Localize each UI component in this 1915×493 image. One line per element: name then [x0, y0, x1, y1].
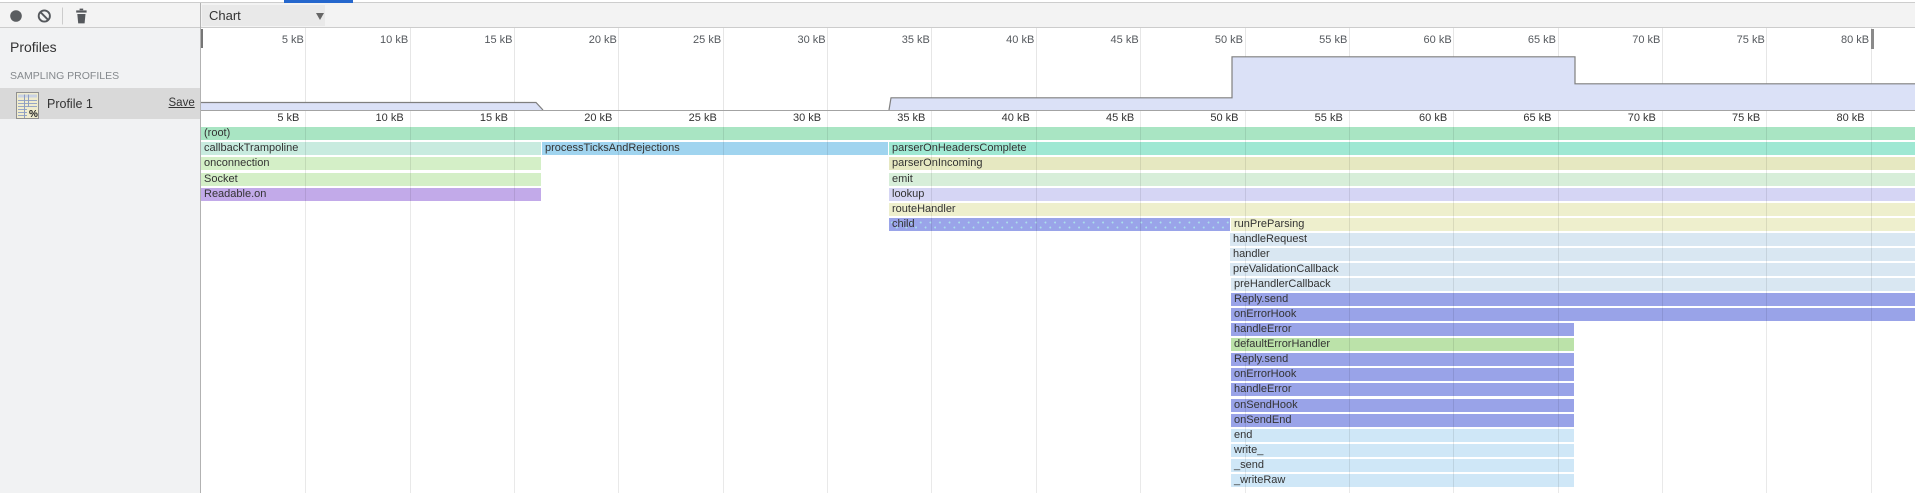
svg-text:%: %: [29, 109, 38, 119]
